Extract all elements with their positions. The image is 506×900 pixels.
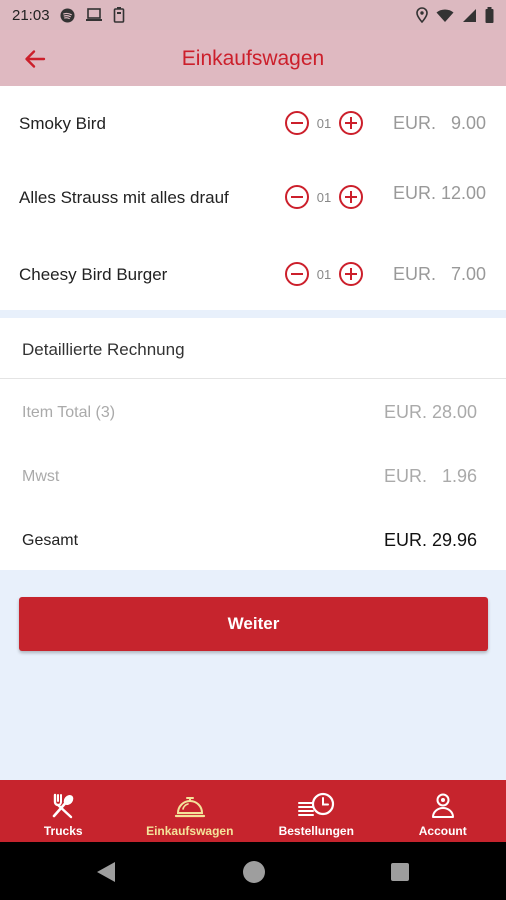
list-clock-icon bbox=[298, 792, 335, 816]
quantity-stepper: 01 bbox=[285, 262, 363, 286]
mwst-label: Mwst bbox=[22, 467, 60, 485]
user-icon bbox=[431, 793, 454, 818]
bottom-nav: Trucks Einkaufswagen Bestellungen Accoun… bbox=[0, 780, 506, 842]
increase-quantity-button[interactable] bbox=[339, 185, 363, 209]
quantity-value: 01 bbox=[316, 266, 332, 282]
total-label: Gesamt bbox=[22, 531, 79, 549]
total-row: Gesamt EUR. 29.96 bbox=[22, 530, 477, 551]
status-bar: 21:03 bbox=[0, 0, 506, 30]
location-icon bbox=[416, 7, 428, 23]
item-total-label: Item Total (3) bbox=[22, 403, 116, 421]
system-nav-bar bbox=[0, 842, 506, 900]
quantity-value: 01 bbox=[316, 189, 332, 205]
nav-item-account[interactable]: Account bbox=[380, 780, 506, 842]
cart-item-name: Alles Strauss mit alles drauf bbox=[19, 187, 229, 207]
decrease-quantity-button[interactable] bbox=[285, 111, 309, 135]
cart-item: Alles Strauss mit alles drauf 01 EUR. 12… bbox=[0, 172, 506, 222]
cart-item-price: EUR. 12.00 bbox=[392, 183, 486, 203]
battery-saver-icon bbox=[113, 7, 124, 23]
decrease-quantity-button[interactable] bbox=[285, 262, 309, 286]
system-back-button[interactable] bbox=[96, 861, 116, 883]
nav-label-einkaufswagen: Einkaufswagen bbox=[146, 824, 234, 838]
cart-item: Cheesy Bird Burger 01 EUR. 7.00 bbox=[0, 261, 506, 287]
cart-item-name: Smoky Bird bbox=[19, 113, 106, 133]
divider bbox=[0, 378, 506, 379]
bill-heading: Detaillierte Rechnung bbox=[22, 340, 185, 359]
signal-icon bbox=[463, 8, 476, 22]
nav-label-trucks: Trucks bbox=[43, 824, 83, 838]
laptop-icon bbox=[85, 8, 102, 21]
quantity-value: 01 bbox=[316, 115, 332, 131]
fork-spoon-icon bbox=[52, 793, 74, 819]
mwst-row: Mwst EUR. 1.96 bbox=[22, 466, 477, 487]
bill-details: Detaillierte Rechnung Item Total (3) EUR… bbox=[0, 318, 506, 570]
nav-label-account: Account bbox=[418, 824, 467, 838]
increase-quantity-button[interactable] bbox=[339, 111, 363, 135]
cart-item-price: EUR. 9.00 bbox=[392, 112, 486, 133]
nav-item-einkaufswagen[interactable]: Einkaufswagen bbox=[127, 780, 254, 842]
app-bar: Einkaufswagen bbox=[0, 30, 506, 86]
nav-item-bestellungen[interactable]: Bestellungen bbox=[253, 780, 380, 842]
spotify-icon bbox=[60, 7, 75, 23]
decrease-quantity-button[interactable] bbox=[285, 185, 309, 209]
battery-icon bbox=[485, 7, 494, 23]
page-title: Einkaufswagen bbox=[181, 47, 325, 70]
wifi-icon bbox=[436, 9, 454, 22]
nav-item-trucks[interactable]: Trucks bbox=[0, 780, 127, 842]
system-home-button[interactable] bbox=[243, 861, 265, 883]
mwst-value: EUR. 1.96 bbox=[383, 466, 477, 486]
total-value: EUR. 29.96 bbox=[383, 530, 477, 550]
nav-label-bestellungen: Bestellungen bbox=[278, 824, 354, 838]
continue-button[interactable]: Weiter bbox=[19, 597, 488, 651]
cart-item-list: Smoky Bird 01 EUR. 9.00 Alles Strauss mi… bbox=[0, 86, 506, 310]
cart-item: Smoky Bird 01 EUR. 9.00 bbox=[0, 110, 506, 136]
status-time: 21:03 bbox=[12, 6, 50, 24]
increase-quantity-button[interactable] bbox=[339, 262, 363, 286]
item-total-row: Item Total (3) EUR. 28.00 bbox=[22, 402, 477, 423]
quantity-stepper: 01 bbox=[285, 185, 363, 209]
system-recents-button[interactable] bbox=[391, 863, 409, 881]
quantity-stepper: 01 bbox=[285, 111, 363, 135]
item-total-value: EUR. 28.00 bbox=[383, 402, 477, 422]
cart-item-price: EUR. 7.00 bbox=[392, 263, 486, 284]
cart-item-name: Cheesy Bird Burger bbox=[19, 264, 168, 284]
service-bell-icon bbox=[174, 797, 205, 818]
